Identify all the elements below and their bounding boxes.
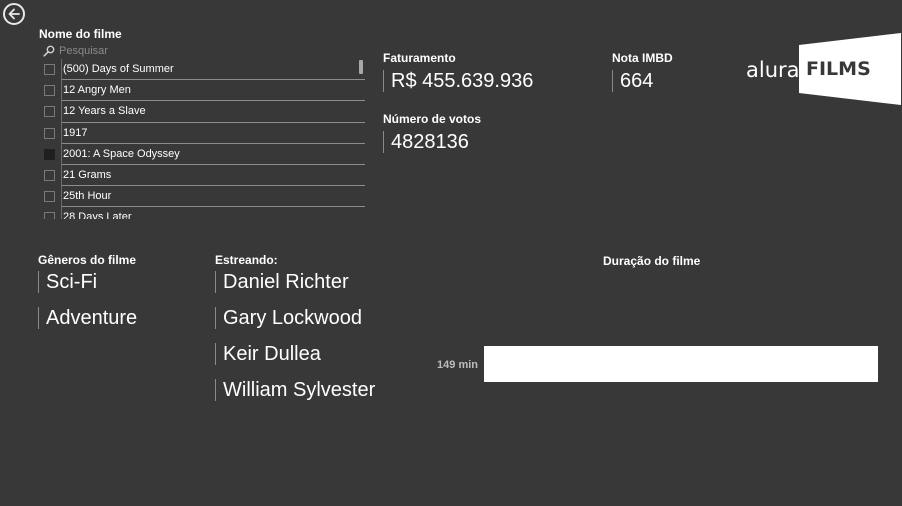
cast-list: Daniel Richter Gary Lockwood Keir Dullea Wi… [215,271,375,401]
slicer-item-label: 12 Years a Slave [61,101,365,123]
kpi-votes-title: Número de votos [383,112,482,126]
kpi-votes: Número de votos 4828136 [383,112,481,153]
duration-bar-chart: 149 min [437,346,878,382]
slicer-item-checkbox[interactable] [44,191,55,203]
slicer-item-checkbox[interactable] [44,212,55,219]
slicer-item[interactable]: 21 Grams [39,164,365,187]
slicer-item[interactable]: 12 Years a Slave [39,101,365,123]
slicer-list: (500) Days of Summer 12 Angry Men 12 Years… [39,59,365,219]
logo-text-bold: FILMS [806,58,871,80]
slicer-item-checkbox[interactable] [44,148,55,160]
search-icon [43,45,55,57]
slicer-item-label: (500) Days of Summer [61,59,365,81]
chart-title: Duração do filme [603,254,701,268]
genres-title: Gêneros do filme [38,253,137,267]
cast-card: Estreando: Daniel Richter Gary Lockwood Ke… [215,253,375,415]
kpi-revenue-value: R$ 455.639.936 [383,70,533,92]
slicer-item-label: 1917 [61,122,365,144]
alura-films-logo: alura FILMS [746,33,901,105]
slicer-item-checkbox[interactable] [44,170,55,182]
slicer-title: Nome do filme [39,27,122,41]
cast-member-item: Gary Lockwood [215,307,375,329]
cast-member-item: William Sylvester [215,379,375,401]
slicer-item-checkbox[interactable] [44,127,55,139]
logo-text-light: alura [746,58,800,82]
kpi-rating-title: Nota IMBD [612,51,673,65]
slicer-item-label: 28 Days Later [61,207,365,219]
slicer-item[interactable]: 28 Days Later [39,207,365,219]
genre-item: Adventure [38,307,137,329]
cast-member-item: Keir Dullea [215,343,375,365]
kpi-votes-value: 4828136 [383,131,481,153]
search-input[interactable] [59,45,349,57]
kpi-rating: Nota IMBD 664 [612,51,673,92]
duration-bar-label: 149 min [437,359,478,371]
slicer-item[interactable]: 25th Hour [39,186,365,208]
duration-bar[interactable] [484,346,878,382]
slicer-item-label: 2001: A Space Odyssey [61,143,365,165]
slicer-item-label: 12 Angry Men [61,80,365,102]
back-button[interactable] [3,3,25,25]
slicer-item-label: 25th Hour [61,186,365,208]
slicer-item-checkbox[interactable] [44,106,55,118]
kpi-revenue: Faturamento R$ 455.639.936 [383,51,533,92]
slicer-item[interactable]: 1917 [39,122,365,144]
slicer-item-checkbox[interactable] [44,85,55,97]
kpi-revenue-title: Faturamento [383,51,456,65]
slicer-item[interactable]: 2001: A Space Odyssey [39,143,365,165]
genre-item: Sci-Fi [38,271,137,293]
arrow-left-circle-icon [8,8,20,20]
genres-card: Gêneros do filme Sci-Fi Adventure [38,253,137,343]
kpi-rating-value: 664 [612,70,673,92]
genres-list: Sci-Fi Adventure [38,271,137,329]
slicer-item[interactable]: (500) Days of Summer [39,59,365,81]
slicer-item-label: 21 Grams [61,164,365,187]
slicer-item-checkbox[interactable] [44,64,55,76]
slicer-scrollbar[interactable] [359,60,363,74]
cast-member-item: Daniel Richter [215,271,375,293]
cast-title: Estreando: [215,253,278,267]
slicer-item[interactable]: 12 Angry Men [39,80,365,102]
slicer-search[interactable] [43,44,365,58]
